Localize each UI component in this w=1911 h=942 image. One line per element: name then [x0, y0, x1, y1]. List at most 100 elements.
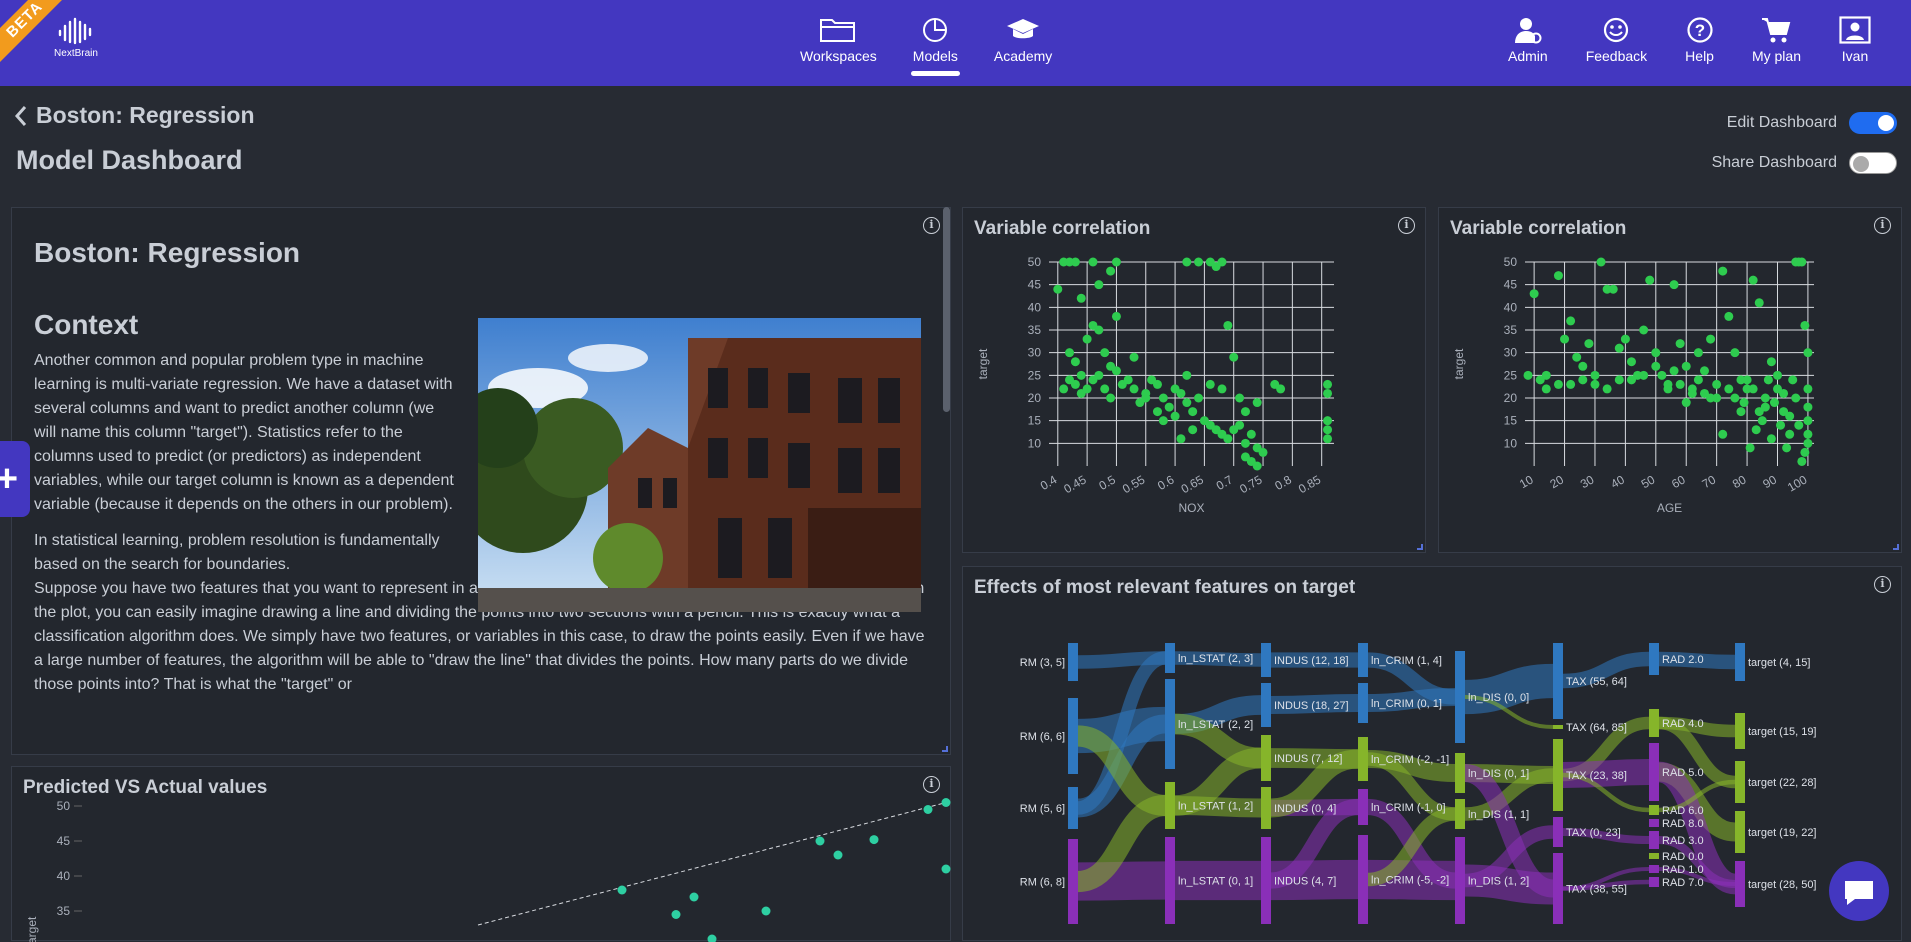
sankey-node-label: ln_LSTAT (0, 1]: [1178, 876, 1253, 888]
user-icon: [1839, 16, 1871, 44]
data-point: [1323, 380, 1332, 389]
data-point: [1088, 258, 1097, 267]
nav-admin[interactable]: Admin: [1508, 16, 1548, 64]
sankey-node: [1649, 865, 1659, 873]
data-point: [1071, 357, 1080, 366]
x-tick-label: 0.45: [1061, 472, 1089, 496]
y-tick-label: 20: [1504, 391, 1518, 405]
data-point: [1165, 403, 1174, 412]
sankey-node-label: ln_LSTAT (2, 2]: [1178, 719, 1253, 731]
nav-help[interactable]: ? Help: [1685, 16, 1714, 64]
article-scrollbar[interactable]: [943, 207, 950, 412]
data-point: [1761, 394, 1770, 403]
nav-workspaces-label: Workspaces: [800, 48, 877, 64]
data-point: [1724, 312, 1733, 321]
data-point: [618, 886, 627, 895]
data-point: [1106, 267, 1115, 276]
data-point: [1627, 357, 1636, 366]
data-point: [1100, 348, 1109, 357]
x-tick-label: 0.4: [1038, 472, 1060, 493]
sankey-node-label: target (28, 50]: [1748, 879, 1817, 891]
sankey-node-label: RM (6, 8]: [1020, 877, 1065, 889]
sankey-node-label: ln_DIS (0, 0]: [1468, 692, 1529, 704]
data-point: [1276, 384, 1285, 393]
data-point: [1083, 335, 1092, 344]
data-point: [1554, 380, 1563, 389]
nav-feedback[interactable]: Feedback: [1586, 16, 1647, 64]
sankey-node-label: target (4, 15]: [1748, 657, 1810, 669]
data-point: [1670, 366, 1679, 375]
sankey-node: [1455, 753, 1465, 793]
data-point: [1776, 421, 1785, 430]
data-point: [924, 805, 933, 814]
data-point: [1182, 398, 1191, 407]
x-tick-label: 0.8: [1272, 472, 1294, 493]
share-dashboard-toggle[interactable]: [1849, 152, 1897, 174]
x-tick-label: 10: [1517, 472, 1536, 491]
data-point: [1794, 421, 1803, 430]
age-scatter-chart: 504540353025201510102030405060708090100A…: [1439, 208, 1903, 554]
nextbrain-logo[interactable]: NextBrain: [50, 16, 102, 59]
edit-dashboard-label: Edit Dashboard: [1727, 114, 1837, 132]
sankey-node-label: ln_CRIM (-2, -1]: [1371, 754, 1449, 766]
edit-dashboard-toggle[interactable]: [1849, 112, 1897, 134]
sankey-node-label: RAD 6.0: [1662, 805, 1704, 817]
data-point: [1323, 434, 1332, 443]
data-point: [1554, 271, 1563, 280]
sankey-node: [1068, 698, 1078, 774]
cart-icon: [1761, 16, 1791, 44]
sankey-node: [1261, 787, 1271, 829]
data-point: [1566, 380, 1575, 389]
data-point: [1651, 362, 1660, 371]
sankey-node-label: RAD 5.0: [1662, 767, 1704, 779]
sankey-node: [1553, 817, 1563, 847]
y-tick-label: 50: [57, 799, 71, 813]
data-point: [1071, 258, 1080, 267]
sankey-node-label: RAD 2.0: [1662, 654, 1704, 666]
predicted-vs-actual-panel: Predicted VS Actual values i 50454035tar…: [11, 766, 951, 941]
nav-models[interactable]: Models: [913, 16, 958, 64]
data-point: [1785, 430, 1794, 439]
sankey-node: [1358, 683, 1368, 723]
y-axis-label: target: [1452, 348, 1466, 379]
data-point: [1171, 412, 1180, 421]
nav-academy[interactable]: Academy: [994, 16, 1052, 64]
x-tick-label: 0.5: [1096, 472, 1118, 493]
chat-button[interactable]: [1829, 861, 1889, 921]
sankey-node-label: ln_CRIM (-5, -2]: [1371, 875, 1449, 887]
y-tick-label: 15: [1504, 414, 1518, 428]
sankey-node-label: TAX (23, 38]: [1566, 770, 1627, 782]
nox-scatter-chart: 5045403530252015100.40.450.50.550.60.650…: [963, 208, 1427, 554]
sankey-node: [1261, 837, 1271, 924]
sankey-node: [1068, 839, 1078, 924]
data-point: [1235, 394, 1244, 403]
data-point: [1767, 434, 1776, 443]
data-point: [1688, 389, 1697, 398]
data-point: [1112, 312, 1121, 321]
data-point: [1724, 384, 1733, 393]
sankey-node: [1068, 643, 1078, 681]
sankey-node-label: TAX (0, 23]: [1566, 827, 1621, 839]
add-widget-button[interactable]: +: [0, 441, 30, 517]
data-point: [870, 835, 879, 844]
trend-line: [478, 803, 946, 926]
data-point: [1578, 362, 1587, 371]
x-axis-label: NOX: [1178, 501, 1204, 515]
nav-academy-label: Academy: [994, 48, 1052, 64]
y-tick-label: 40: [1504, 300, 1518, 314]
article-paragraph: Another common and popular problem type …: [34, 349, 454, 517]
sankey-node-label: ln_LSTAT (2, 3]: [1178, 653, 1253, 665]
nav-my-plan[interactable]: My plan: [1752, 16, 1801, 64]
sankey-node: [1068, 787, 1078, 829]
y-tick-label: 50: [1028, 255, 1042, 269]
y-tick-label: 25: [1028, 368, 1042, 382]
back-link[interactable]: Boston: Regression: [14, 102, 255, 129]
y-tick-label: 30: [1028, 346, 1042, 360]
data-point: [1803, 430, 1812, 439]
nav-user-ivan[interactable]: Ivan: [1839, 16, 1871, 64]
sankey-node: [1455, 799, 1465, 829]
active-nav-indicator: [911, 71, 960, 76]
nav-workspaces[interactable]: Workspaces: [800, 16, 877, 64]
data-point: [1730, 394, 1739, 403]
back-link-label: Boston: Regression: [36, 102, 255, 129]
